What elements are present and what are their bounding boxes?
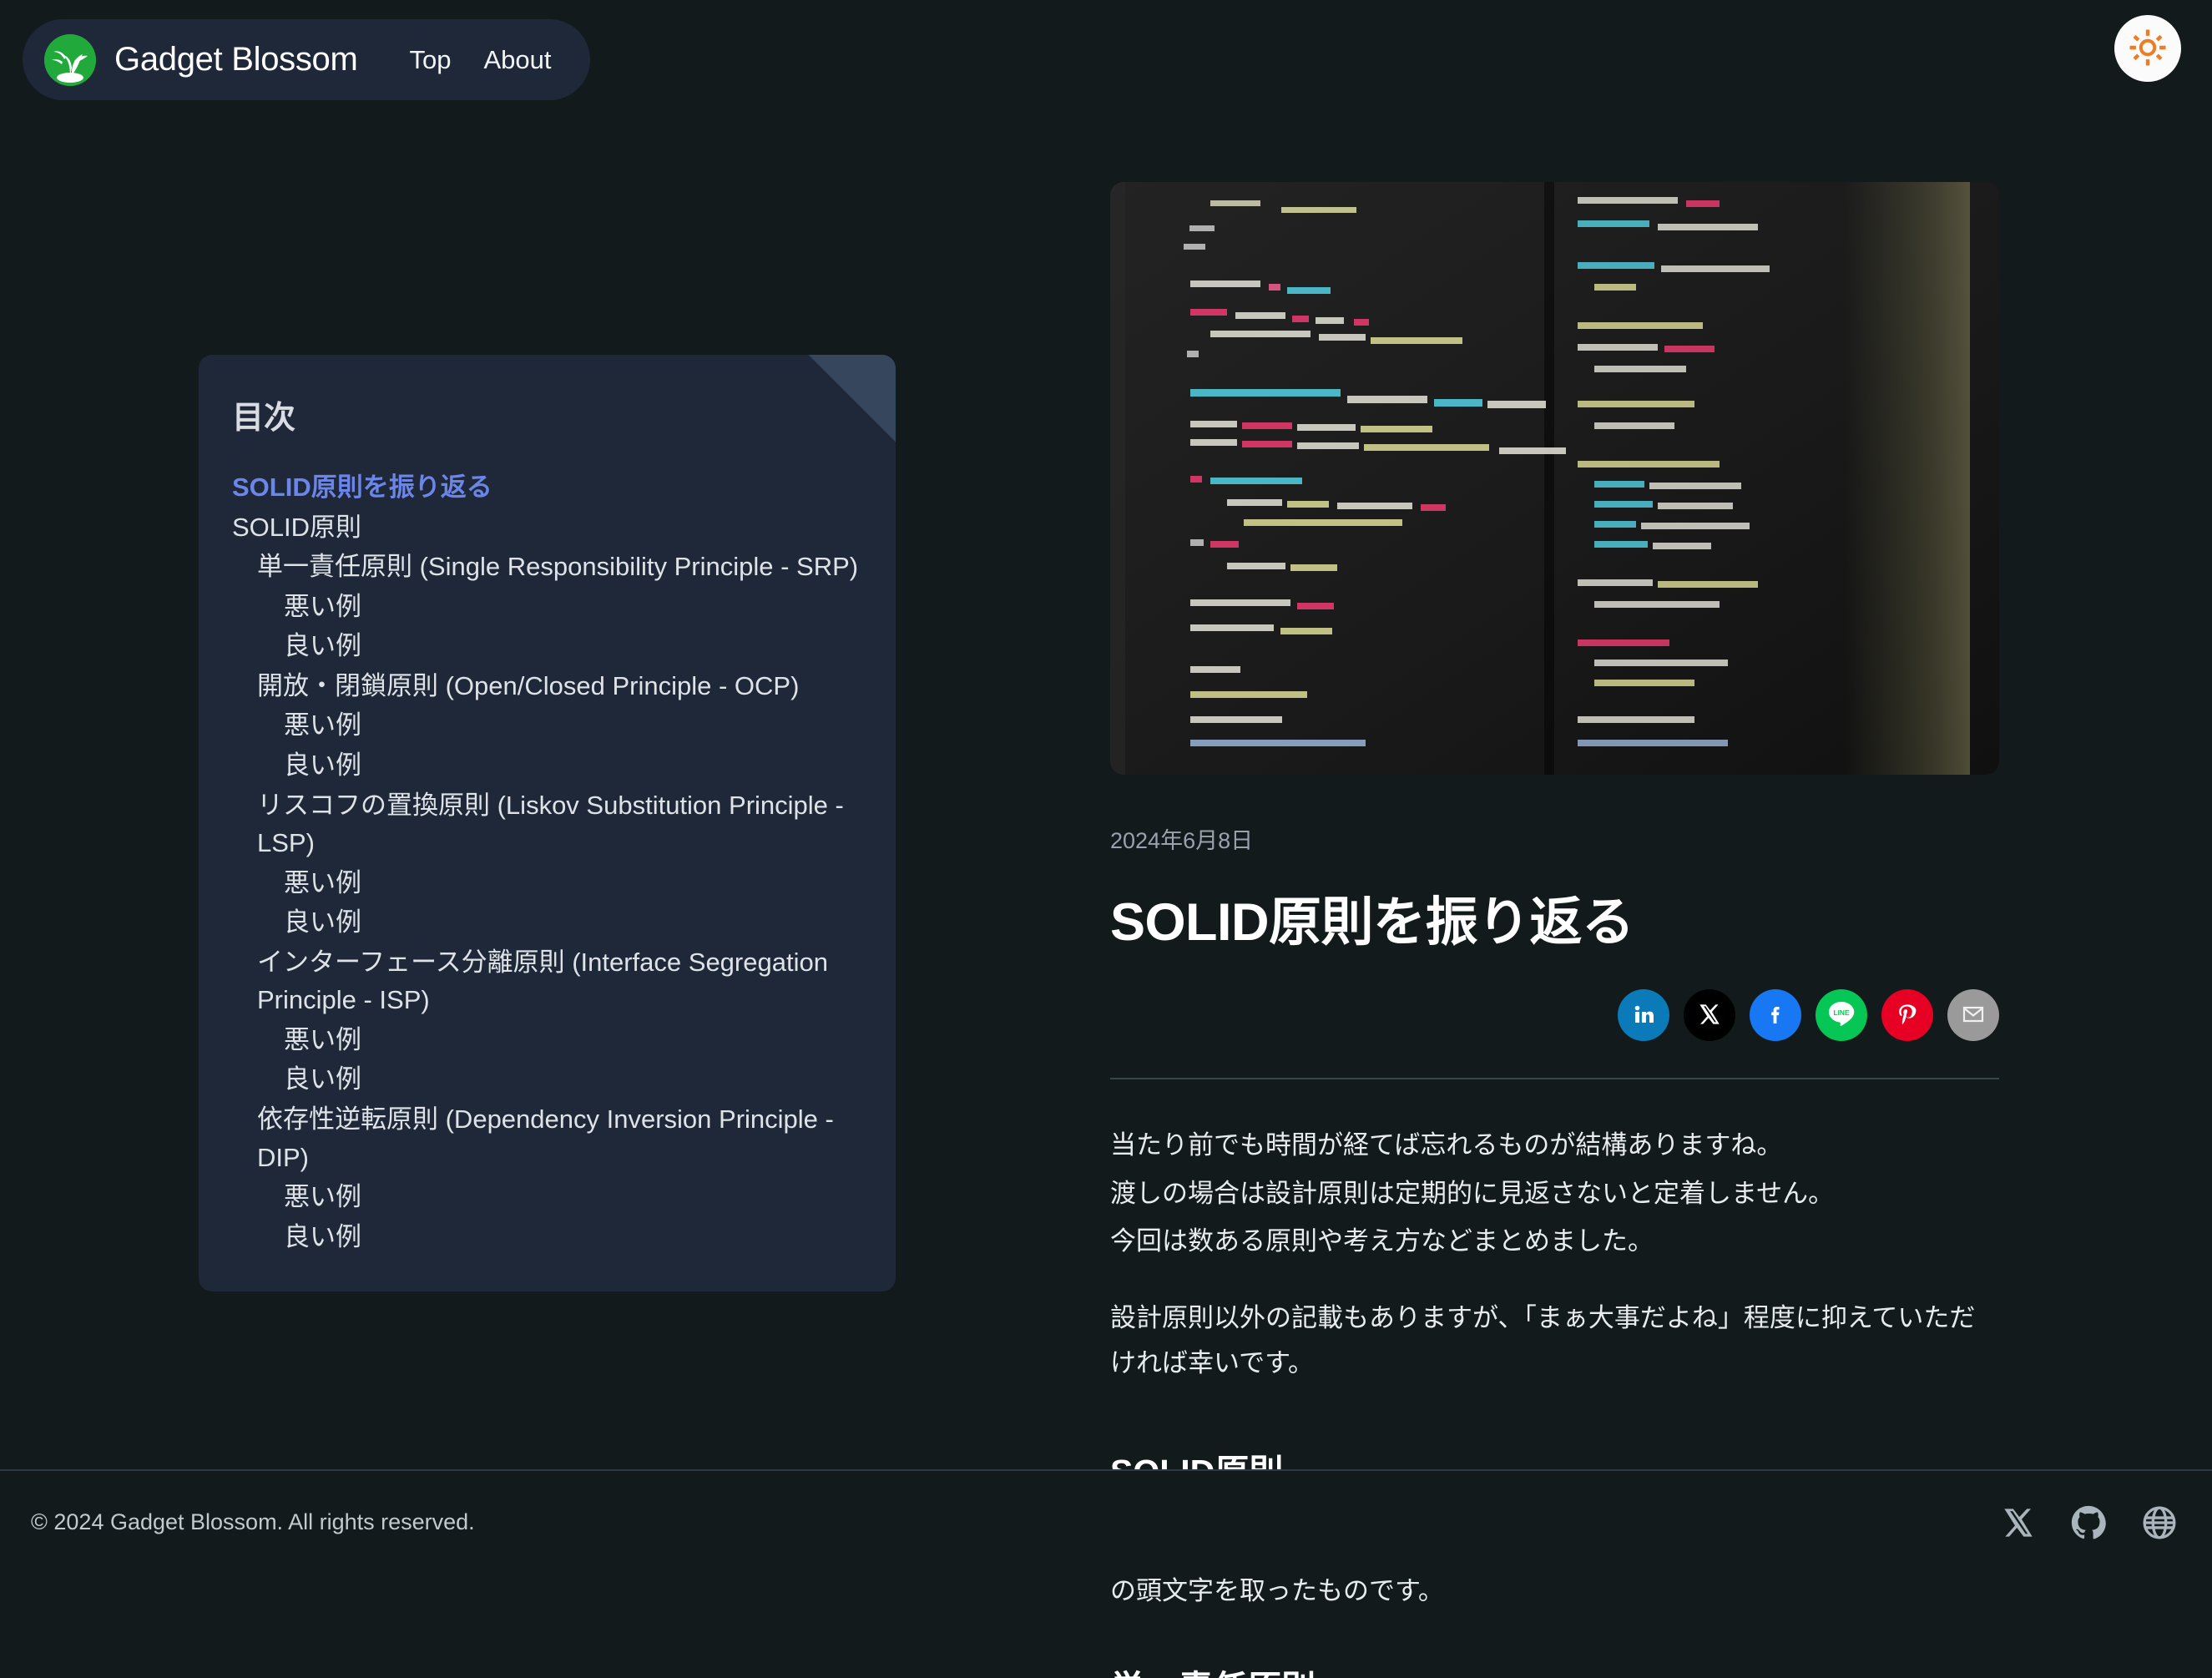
share-facebook-button[interactable] (1750, 989, 1801, 1041)
share-linkedin-button[interactable] (1618, 989, 1669, 1041)
toc-item: 悪い例 (232, 863, 862, 903)
footer-x-twitter-icon[interactable] (2002, 1506, 2035, 1539)
toc-link[interactable]: 悪い例 (232, 1020, 862, 1060)
toc-link[interactable]: SOLID原則 (232, 508, 862, 548)
toc-item: 良い例 (232, 1217, 862, 1257)
toc-item: 依存性逆転原則 (Dependency Inversion Principle … (232, 1099, 862, 1177)
nav-pill: Gadget Blossom Top About (23, 19, 590, 100)
toc-link[interactable]: 良い例 (232, 1059, 862, 1099)
toc-item: インターフェース分離原則 (Interface Segregation Prin… (232, 943, 862, 1020)
site-footer: © 2024 Gadget Blossom. All rights reserv… (0, 1469, 2212, 1574)
article: 2024年6月8日 SOLID原則を振り返る (1110, 182, 1999, 1678)
toc-item: 良い例 (232, 745, 862, 786)
toc-link[interactable]: リスコフの置換原則 (Liskov Substitution Principle… (232, 786, 862, 863)
toc-item: 単一責任原則 (Single Responsibility Principle … (232, 547, 862, 587)
article-paragraph: 今回は数ある原則や考え方などまとめました。 (1110, 1219, 1999, 1264)
theme-toggle-button[interactable] (2114, 15, 2181, 82)
sun-icon (2129, 28, 2167, 69)
toc-link[interactable]: 良い例 (232, 745, 862, 786)
share-email-button[interactable] (1947, 989, 1999, 1041)
next-section-heading: 単一責任原則 (1110, 1660, 1999, 1678)
page-root: Gadget Blossom Top About (0, 0, 2212, 1574)
post-date: 2024年6月8日 (1110, 822, 1999, 855)
toc-link[interactable]: 良い例 (232, 1217, 862, 1257)
toc-item: 開放・閉鎖原則 (Open/Closed Principle - OCP) (232, 666, 862, 706)
toc-link[interactable]: 良い例 (232, 902, 862, 943)
share-pinterest-button[interactable] (1881, 989, 1933, 1041)
x-twitter-icon (1698, 1003, 1721, 1029)
toc-item: 悪い例 (232, 1020, 862, 1060)
nav-link-top[interactable]: Top (410, 45, 452, 75)
pinterest-icon (1893, 1000, 1922, 1031)
toc-link[interactable]: 悪い例 (232, 587, 862, 627)
footer-website-globe-icon[interactable] (2142, 1505, 2177, 1540)
toc-item: 悪い例 (232, 1177, 862, 1217)
share-line-button[interactable]: LINE (1816, 989, 1867, 1041)
toc-list: SOLID原則を振り返るSOLID原則単一責任原則 (Single Respon… (232, 468, 862, 1256)
post-title: SOLID原則を振り返る (1110, 880, 1999, 956)
toc-link[interactable]: 良い例 (232, 626, 862, 666)
toc-link[interactable]: 依存性逆転原則 (Dependency Inversion Principle … (232, 1099, 862, 1177)
toc-link[interactable]: 単一責任原則 (Single Responsibility Principle … (232, 547, 862, 587)
share-x-button[interactable] (1684, 989, 1735, 1041)
toc-item: 良い例 (232, 1059, 862, 1099)
toc-link[interactable]: 悪い例 (232, 863, 862, 903)
footer-social-links (2002, 1505, 2177, 1540)
main-nav: Top About (410, 45, 552, 75)
hero-image (1110, 182, 1999, 775)
email-icon (1961, 1002, 1986, 1029)
toc-item: リスコフの置換原則 (Liskov Substitution Principle… (232, 786, 862, 863)
linkedin-icon (1630, 1001, 1657, 1030)
toc-link[interactable]: 開放・閉鎖原則 (Open/Closed Principle - OCP) (232, 666, 862, 706)
toc-item: SOLID原則 (232, 508, 862, 548)
footer-github-icon[interactable] (2071, 1505, 2106, 1540)
content-divider (1110, 1078, 1999, 1079)
nav-link-about[interactable]: About (484, 45, 552, 75)
toc-link[interactable]: SOLID原則を振り返る (232, 468, 862, 508)
article-paragraph: 当たり前でも時間が経てば忘れるものが結構ありますね。 (1110, 1123, 1999, 1168)
share-buttons: LINE (1110, 989, 1999, 1041)
toc-link[interactable]: 悪い例 (232, 1177, 862, 1217)
toc-item: SOLID原則を振り返る (232, 468, 862, 508)
brand-name: Gadget Blossom (114, 41, 358, 78)
article-paragraph: 設計原則以外の記載もありますが、「まぁ大事だよね」程度に抑えていただければ幸いで… (1110, 1296, 1999, 1385)
article-paragraph: 渡しの場合は設計原則は定期的に見返さないと定着しません。 (1110, 1171, 1999, 1216)
site-header: Gadget Blossom Top About (0, 0, 2212, 142)
toc-item: 悪い例 (232, 587, 862, 627)
toc-item: 良い例 (232, 902, 862, 943)
line-icon: LINE (1824, 997, 1859, 1034)
toc-item: 悪い例 (232, 705, 862, 745)
svg-text:LINE: LINE (1833, 1008, 1849, 1017)
toc-title: 目次 (232, 392, 862, 437)
facebook-icon (1762, 1001, 1789, 1030)
copyright-text: © 2024 Gadget Blossom. All rights reserv… (31, 1509, 475, 1535)
toc-link[interactable]: インターフェース分離原則 (Interface Segregation Prin… (232, 943, 862, 1020)
toc-link[interactable]: 悪い例 (232, 705, 862, 745)
plant-sprout-icon (44, 34, 96, 86)
toc-item: 良い例 (232, 626, 862, 666)
table-of-contents: 目次 SOLID原則を振り返るSOLID原則単一責任原則 (Single Res… (199, 355, 896, 1291)
